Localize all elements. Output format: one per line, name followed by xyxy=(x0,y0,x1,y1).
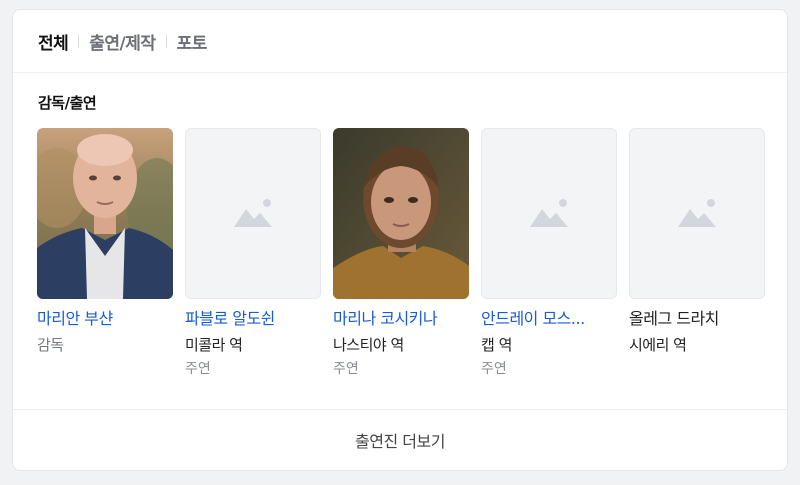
person-photo[interactable] xyxy=(333,128,469,299)
director-portrait xyxy=(37,128,173,299)
person-photo-placeholder[interactable] xyxy=(185,128,321,299)
image-placeholder-icon xyxy=(530,199,568,227)
person-name[interactable]: 마리나 코시키나 xyxy=(333,308,473,330)
person-card[interactable]: 안드레이 모스... 캡 역 주연 xyxy=(481,128,619,379)
tab-divider xyxy=(78,34,80,48)
person-photo-placeholder[interactable] xyxy=(629,128,765,299)
person-name[interactable]: 안드레이 모스... xyxy=(481,308,621,330)
person-name: 올레그 드라치 xyxy=(629,309,719,328)
person-type: 주연 xyxy=(481,361,507,377)
tab-cast-crew[interactable]: 출연/제작 xyxy=(89,29,156,54)
person-photo[interactable] xyxy=(37,128,173,299)
person-role: 캡 역 xyxy=(481,336,512,354)
person-role: 미콜라 역 xyxy=(185,336,243,354)
person-type: 주연 xyxy=(333,361,359,377)
person-role: 나스티야 역 xyxy=(333,336,404,354)
cast-card: 전체 출연/제작 포토 감독/출연 마리안 부샨 감독 파블로 알도쉰 미콜라 … xyxy=(12,9,788,471)
person-role: 감독 xyxy=(37,336,64,354)
image-placeholder-icon xyxy=(678,199,716,227)
section-title: 감독/출연 xyxy=(38,94,97,112)
more-cast-button[interactable]: 출연진 더보기 xyxy=(13,409,787,470)
person-type: 주연 xyxy=(185,361,211,377)
person-card[interactable]: 마리나 코시키나 나스티야 역 주연 xyxy=(333,128,471,379)
tab-bar: 전체 출연/제작 포토 xyxy=(13,10,787,73)
person-photo-placeholder[interactable] xyxy=(481,128,617,299)
image-placeholder-icon xyxy=(234,199,272,227)
tab-divider xyxy=(165,34,167,48)
person-card[interactable]: 파블로 알도쉰 미콜라 역 주연 xyxy=(185,128,323,379)
person-name[interactable]: 마리안 부샨 xyxy=(37,308,177,330)
tab-all[interactable]: 전체 xyxy=(38,29,69,54)
tab-photo[interactable]: 포토 xyxy=(177,29,208,54)
person-card[interactable]: 마리안 부샨 감독 xyxy=(37,128,175,355)
person-role: 시에리 역 xyxy=(629,336,687,354)
actress-portrait xyxy=(333,128,469,299)
person-card[interactable]: 올레그 드라치 시에리 역 xyxy=(629,128,767,355)
person-name[interactable]: 파블로 알도쉰 xyxy=(185,308,325,330)
